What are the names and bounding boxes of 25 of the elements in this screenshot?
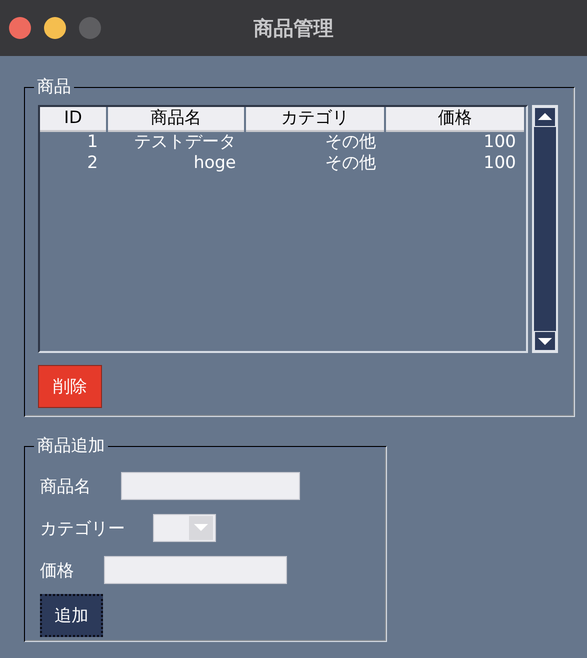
window-title: 商品管理 (254, 14, 334, 42)
table-cell-text: 2 (86, 153, 99, 174)
close-button[interactable] (9, 17, 31, 39)
column-header[interactable]: ID (40, 107, 106, 132)
delete-button[interactable]: 削除 (38, 365, 102, 408)
table-cell-text: hoge (192, 153, 237, 174)
input-field[interactable] (121, 472, 300, 500)
column-header[interactable]: カテゴリ (246, 107, 384, 132)
table-cell-text: 100 (482, 132, 517, 153)
field-label: 商品名 (40, 476, 91, 498)
field-label: カテゴリー (40, 518, 125, 540)
table-cell-text: その他 (324, 132, 377, 153)
table-cell-text: 100 (482, 153, 517, 174)
scrollbar[interactable] (532, 105, 558, 353)
table-cell-text: テストデータ (133, 132, 237, 153)
scroll-up-icon[interactable] (534, 107, 556, 127)
column-header[interactable]: 価格 (386, 107, 524, 132)
table-cell-text: 1 (86, 132, 99, 153)
column-header[interactable]: 商品名 (108, 107, 244, 132)
input-field[interactable] (104, 556, 287, 584)
field-label: 価格 (40, 560, 74, 582)
add-button[interactable]: 追加 (40, 594, 103, 637)
scroll-down-icon[interactable] (534, 331, 556, 351)
minimize-button[interactable] (44, 17, 66, 39)
table-cell-text: その他 (324, 153, 377, 174)
